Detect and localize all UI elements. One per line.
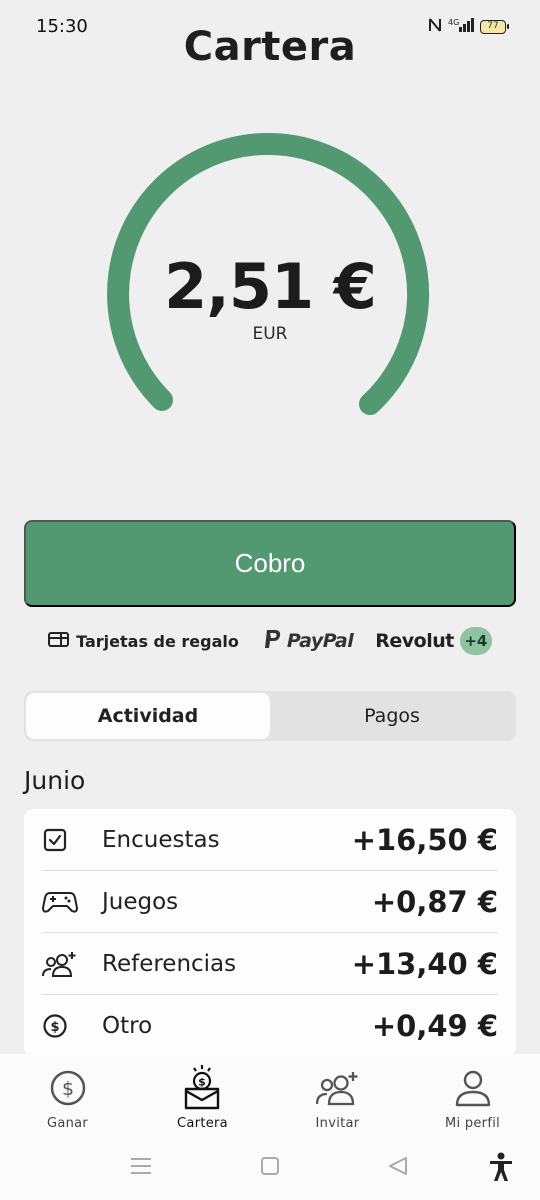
- recent-apps-button[interactable]: [130, 1156, 152, 1176]
- more-methods-badge[interactable]: +4: [459, 627, 492, 655]
- wallet-tabs: Actividad Pagos: [24, 691, 516, 741]
- paypal-logo-icon: [263, 628, 283, 654]
- gift-card-icon: [48, 631, 70, 652]
- add-users-icon: [42, 944, 82, 984]
- wallet-icon: $: [183, 1065, 223, 1110]
- nav-label: Invitar: [315, 1116, 360, 1131]
- dollar-coin-icon: $: [42, 1006, 82, 1046]
- cobro-button[interactable]: Cobro: [24, 520, 516, 607]
- checkbox-icon: [42, 820, 82, 860]
- nav-mi-perfil[interactable]: Mi perfil: [405, 1054, 540, 1140]
- page-title: Cartera: [183, 24, 357, 70]
- activity-list: Encuestas +16,50 € Juegos +0,87 € Refere…: [24, 809, 516, 1057]
- svg-text:$: $: [50, 1020, 59, 1035]
- month-label: Junio: [24, 766, 86, 795]
- svg-text:$: $: [61, 1078, 73, 1100]
- gamepad-icon: [42, 882, 82, 922]
- activity-row-referencias[interactable]: Referencias +13,40 €: [42, 933, 498, 995]
- balance-currency: EUR: [252, 324, 288, 344]
- activity-label: Juegos: [102, 888, 179, 915]
- paypal-label: PayPal: [286, 630, 354, 652]
- nav-label: Ganar: [46, 1116, 89, 1131]
- nav-label: Cartera: [177, 1116, 228, 1131]
- gift-cards-label: Tarjetas de regalo: [76, 631, 239, 651]
- balance-amount: 2,51 €: [164, 250, 377, 323]
- home-button[interactable]: [260, 1156, 280, 1176]
- activity-value: +0,49 €: [371, 1009, 498, 1043]
- nav-ganar[interactable]: $ Ganar: [0, 1054, 135, 1140]
- accessibility-icon[interactable]: [488, 1152, 514, 1182]
- activity-row-encuestas[interactable]: Encuestas +16,50 €: [42, 809, 498, 871]
- nav-cartera[interactable]: $ Cartera: [135, 1054, 270, 1140]
- payment-methods: Tarjetas de regalo PayPal Revolut +4: [0, 624, 540, 658]
- revolut-label: Revolut: [375, 630, 454, 652]
- activity-row-juegos[interactable]: Juegos +0,87 €: [42, 871, 498, 933]
- nav-label: Mi perfil: [444, 1116, 501, 1131]
- activity-label: Otro: [102, 1013, 153, 1039]
- activity-label: Referencias: [102, 950, 237, 977]
- activity-value: +0,87 €: [371, 884, 498, 919]
- tab-actividad[interactable]: Actividad: [26, 693, 270, 739]
- person-icon: [455, 1066, 491, 1110]
- paypal-method: PayPal: [263, 628, 354, 654]
- bottom-nav: $ Ganar $ Cartera Invitar Mi perfil: [0, 1054, 540, 1140]
- nav-invitar[interactable]: Invitar: [270, 1054, 405, 1140]
- tab-pagos[interactable]: Pagos: [270, 693, 514, 739]
- invite-users-icon: [315, 1066, 360, 1110]
- back-button[interactable]: [387, 1156, 409, 1176]
- activity-value: +16,50 €: [351, 822, 498, 857]
- system-nav-bar: [0, 1140, 540, 1200]
- dollar-coin-icon: $: [49, 1066, 87, 1110]
- activity-value: +13,40 €: [351, 946, 498, 981]
- activity-row-otro[interactable]: $ Otro +0,49 €: [42, 995, 498, 1057]
- activity-label: Encuestas: [102, 826, 220, 853]
- gift-cards-method: Tarjetas de regalo: [48, 631, 239, 652]
- svg-text:$: $: [198, 1076, 206, 1089]
